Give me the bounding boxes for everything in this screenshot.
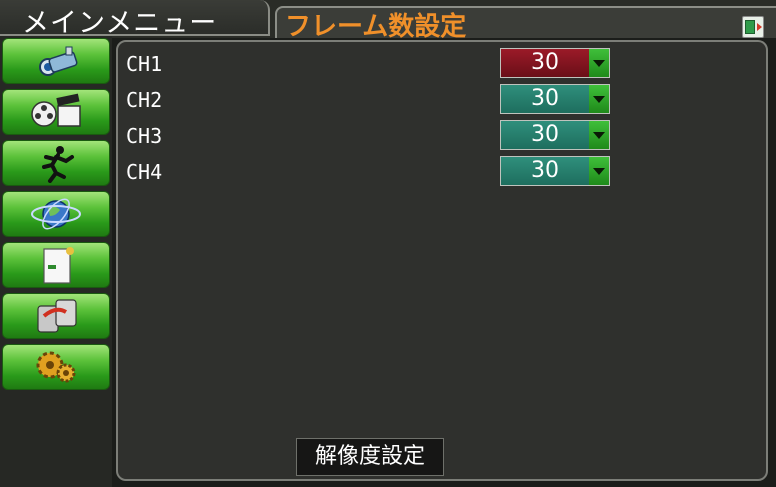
sidebar-item-storage[interactable] — [2, 293, 110, 339]
exit-arrow-icon — [756, 23, 762, 31]
film-playback-icon — [31, 93, 81, 127]
ch1-frame-rate-value: 30 — [501, 49, 589, 77]
sidebar-item-playback[interactable] — [2, 89, 110, 135]
resolution-settings-button[interactable]: 解像度設定 — [296, 438, 444, 476]
ch4-frame-rate-value: 30 — [501, 157, 589, 185]
sidebar-item-system[interactable] — [2, 344, 110, 390]
tab-main-menu[interactable]: メインメニュー — [0, 0, 270, 39]
top-bar: メインメニュー フレーム数設定 — [0, 0, 776, 42]
tab-frame-rate-settings: フレーム数設定 — [275, 6, 776, 42]
sidebar-item-motion[interactable] — [2, 140, 110, 186]
channel-label-ch4: CH4 — [126, 160, 163, 184]
ch3-frame-rate-value: 30 — [501, 121, 589, 149]
chevron-down-icon[interactable] — [589, 157, 609, 185]
document-icon — [43, 247, 74, 284]
sidebar — [0, 36, 112, 487]
chevron-down-icon[interactable] — [589, 85, 609, 113]
exit-button[interactable] — [742, 16, 764, 38]
sidebar-item-log[interactable] — [2, 242, 110, 288]
hdd-icon — [37, 299, 77, 333]
gears-icon — [36, 351, 76, 383]
chevron-down-icon[interactable] — [589, 49, 609, 77]
ch1-frame-rate-select[interactable]: 30 — [500, 48, 610, 78]
page-title: フレーム数設定 — [285, 12, 467, 42]
ch2-frame-rate-value: 30 — [501, 85, 589, 113]
network-globe-icon — [31, 198, 81, 230]
sidebar-item-network[interactable] — [2, 191, 110, 237]
main-menu-label: メインメニュー — [22, 8, 218, 39]
ch3-frame-rate-select[interactable]: 30 — [500, 120, 610, 150]
exit-door-icon — [744, 20, 755, 34]
channel-label-ch1: CH1 — [126, 52, 163, 76]
ch2-frame-rate-select[interactable]: 30 — [500, 84, 610, 114]
channel-label-ch3: CH3 — [126, 124, 163, 148]
channel-label-ch2: CH2 — [126, 88, 163, 112]
chevron-down-icon[interactable] — [589, 121, 609, 149]
frame-rate-panel: CH1 30 CH2 30 CH3 30 CH4 30 解像度設定 — [116, 40, 768, 481]
camera-icon — [39, 46, 78, 76]
runner-icon — [42, 146, 74, 183]
sidebar-item-camera[interactable] — [2, 38, 110, 84]
ch4-frame-rate-select[interactable]: 30 — [500, 156, 610, 186]
